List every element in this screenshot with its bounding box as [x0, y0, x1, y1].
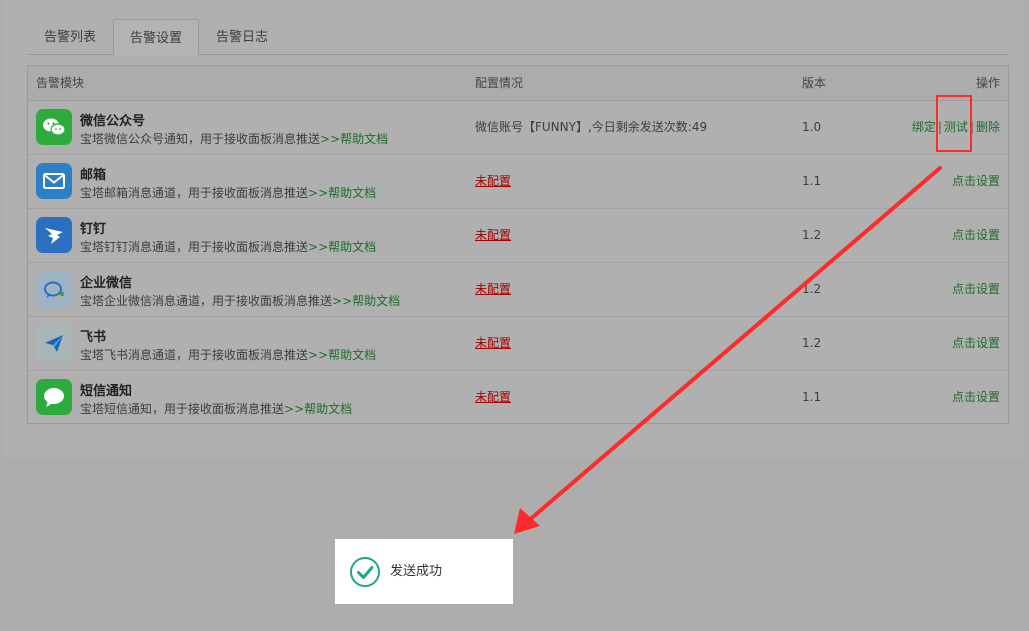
- help-doc-link[interactable]: >>帮助文档: [308, 348, 376, 362]
- sms-icon: [36, 379, 72, 415]
- config-status: 微信账号【FUNNY】,今日剩余发送次数:49: [475, 120, 708, 134]
- description-text: 宝塔邮箱消息通道，用于接收面板消息推送: [80, 186, 309, 200]
- tab-alert-list[interactable]: 告警列表: [27, 19, 113, 54]
- config-status-link[interactable]: 未配置: [475, 370, 511, 424]
- setup-button[interactable]: 点击设置: [952, 208, 1000, 262]
- feishu-icon: [36, 325, 72, 361]
- tab-alert-log[interactable]: 告警日志: [199, 19, 285, 54]
- module-name: 微信公众号: [80, 114, 146, 129]
- module-version: 1.2: [802, 282, 822, 296]
- alert-panel: 告警列表 告警设置 告警日志 告警模块 配置情况 版本 操作 微信公众号 宝塔微…: [4, 0, 1025, 458]
- alert-module-table: 告警模块 配置情况 版本 操作 微信公众号 宝塔微信公众号通知，用于接收面板消息…: [27, 65, 1009, 424]
- setup-button[interactable]: 点击设置: [952, 154, 1000, 208]
- tab-alert-settings[interactable]: 告警设置: [113, 19, 199, 55]
- dingtalk-icon: [36, 217, 72, 253]
- description-text: 宝塔短信通知，用于接收面板消息推送: [80, 402, 285, 416]
- module-name: 邮箱: [80, 168, 107, 183]
- help-doc-link[interactable]: >>帮助文档: [320, 132, 388, 146]
- setup-button[interactable]: 点击设置: [952, 262, 1000, 316]
- header-actions: 操作: [975, 76, 1000, 90]
- config-status-link[interactable]: 未配置: [475, 262, 511, 316]
- module-description: 宝塔短信通知，用于接收面板消息推送>>帮助文档: [80, 400, 352, 417]
- config-status-link[interactable]: 未配置: [475, 208, 511, 262]
- mail-icon: [36, 163, 72, 199]
- config-status-link[interactable]: 未配置: [475, 154, 511, 208]
- table-row: 飞书 宝塔飞书消息通道，用于接收面板消息推送>>帮助文档 未配置 1.2 点击设…: [28, 316, 1008, 371]
- config-status-link[interactable]: 未配置: [475, 316, 511, 370]
- description-text: 宝塔企业微信消息通道，用于接收面板消息推送: [80, 294, 333, 308]
- help-doc-link[interactable]: >>帮助文档: [308, 186, 376, 200]
- bind-button[interactable]: 绑定: [912, 120, 936, 134]
- description-text: 宝塔微信公众号通知，用于接收面板消息推送: [80, 132, 321, 146]
- annotation-highlight-box: [936, 95, 972, 152]
- table-row: 邮箱 宝塔邮箱消息通道，用于接收面板消息推送>>帮助文档 未配置 1.1 点击设…: [28, 154, 1008, 209]
- module-version: 1.1: [802, 174, 822, 188]
- setup-button[interactable]: 点击设置: [952, 316, 1000, 370]
- description-text: 宝塔钉钉消息通道，用于接收面板消息推送: [80, 240, 309, 254]
- module-name: 飞书: [80, 330, 107, 345]
- table-row: 企业微信 宝塔企业微信消息通道，用于接收面板消息推送>>帮助文档 未配置 1.2…: [28, 262, 1008, 317]
- check-circle-icon: [350, 557, 380, 587]
- table-row: 钉钉 宝塔钉钉消息通道，用于接收面板消息推送>>帮助文档 未配置 1.2 点击设…: [28, 208, 1008, 263]
- header-version: 版本: [802, 76, 827, 90]
- delete-button[interactable]: 删除: [976, 120, 1000, 134]
- module-description: 宝塔飞书消息通道，用于接收面板消息推送>>帮助文档: [80, 346, 376, 363]
- module-description: 宝塔微信公众号通知，用于接收面板消息推送>>帮助文档: [80, 130, 388, 147]
- module-description: 宝塔企业微信消息通道，用于接收面板消息推送>>帮助文档: [80, 292, 400, 309]
- module-version: 1.0: [802, 120, 822, 134]
- tab-bar: 告警列表 告警设置 告警日志: [27, 19, 1009, 55]
- description-text: 宝塔飞书消息通道，用于接收面板消息推送: [80, 348, 309, 362]
- module-version: 1.2: [802, 336, 822, 350]
- help-doc-link[interactable]: >>帮助文档: [332, 294, 400, 308]
- table-row: 短信通知 宝塔短信通知，用于接收面板消息推送>>帮助文档 未配置 1.1 点击设…: [28, 370, 1008, 424]
- table-row: 微信公众号 宝塔微信公众号通知，用于接收面板消息推送>>帮助文档 微信账号【FU…: [28, 100, 1008, 155]
- module-description: 宝塔邮箱消息通道，用于接收面板消息推送>>帮助文档: [80, 184, 376, 201]
- table-header: 告警模块 配置情况 版本 操作: [28, 66, 1008, 101]
- module-name: 钉钉: [80, 222, 107, 237]
- wecom-icon: [36, 271, 72, 307]
- toast-message: 发送成功: [390, 564, 443, 579]
- header-config: 配置情况: [475, 76, 524, 90]
- module-version: 1.2: [802, 228, 822, 242]
- module-version: 1.1: [802, 390, 822, 404]
- module-name: 短信通知: [80, 384, 133, 399]
- wechat-icon: [36, 109, 72, 145]
- help-doc-link[interactable]: >>帮助文档: [308, 240, 376, 254]
- success-toast: 发送成功: [335, 539, 513, 604]
- setup-button[interactable]: 点击设置: [952, 370, 1000, 424]
- header-module: 告警模块: [36, 76, 85, 90]
- module-description: 宝塔钉钉消息通道，用于接收面板消息推送>>帮助文档: [80, 238, 376, 255]
- help-doc-link[interactable]: >>帮助文档: [284, 402, 352, 416]
- module-name: 企业微信: [80, 276, 133, 291]
